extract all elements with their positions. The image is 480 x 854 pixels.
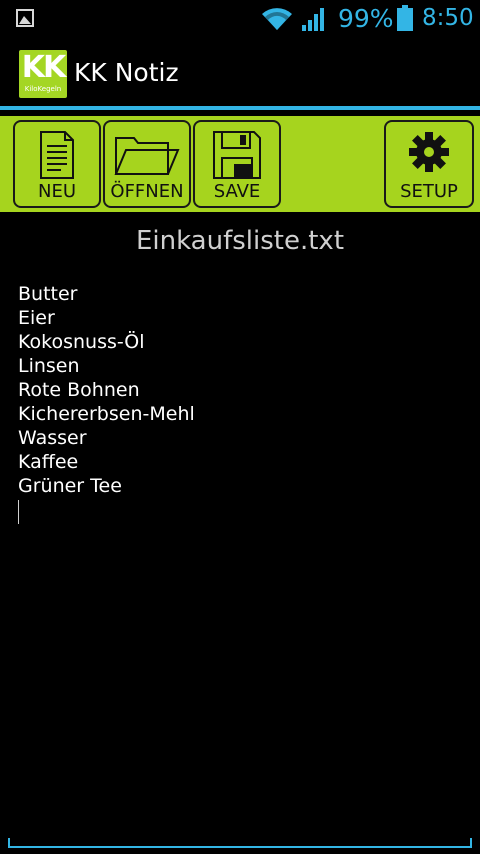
clock: 8:50 bbox=[422, 5, 474, 31]
file-name: Einkaufsliste.txt bbox=[135, 226, 345, 256]
editor-line: Grüner Tee bbox=[18, 475, 122, 497]
app-logo[interactable]: KK KiloKegeln bbox=[19, 50, 67, 98]
editor-line: Linsen bbox=[18, 355, 80, 377]
open-button[interactable]: ÖFFNEN bbox=[103, 120, 191, 208]
app-title: KK Notiz bbox=[74, 58, 179, 87]
editor-line: Kokosnuss-Öl bbox=[18, 331, 145, 353]
editor-underline-right bbox=[470, 838, 472, 848]
new-button-label: NEU bbox=[37, 181, 76, 202]
folder-icon bbox=[114, 137, 180, 175]
new-button[interactable]: NEU bbox=[13, 120, 101, 208]
editor-line: Kaffee bbox=[18, 451, 79, 473]
signal-icon bbox=[302, 8, 324, 31]
logo-text: KK bbox=[21, 50, 67, 85]
save-button-label: SAVE bbox=[213, 181, 261, 202]
editor-line: Eier bbox=[18, 307, 55, 329]
battery-icon bbox=[397, 5, 413, 31]
action-bar bbox=[0, 38, 480, 106]
document-icon bbox=[40, 131, 74, 179]
gear-icon bbox=[409, 132, 449, 172]
editor-line: Rote Bohnen bbox=[18, 379, 140, 401]
text-cursor bbox=[18, 500, 19, 524]
setup-button[interactable]: SETUP bbox=[384, 120, 474, 208]
setup-button-label: SETUP bbox=[400, 181, 458, 202]
picture-icon bbox=[16, 9, 34, 27]
battery-percent: 99% bbox=[338, 4, 394, 33]
wifi-icon bbox=[262, 8, 292, 30]
editor-line: Wasser bbox=[18, 427, 87, 449]
save-button[interactable]: SAVE bbox=[193, 120, 281, 208]
editor-line: Kichererbsen-Mehl bbox=[18, 403, 195, 425]
editor-underline bbox=[8, 846, 472, 848]
editor-line: Butter bbox=[18, 283, 78, 305]
open-button-label: ÖFFNEN bbox=[110, 181, 184, 202]
status-bar: 99% 8:50 bbox=[0, 0, 480, 38]
floppy-disk-icon bbox=[213, 131, 261, 179]
logo-subtext: KiloKegeln bbox=[24, 85, 62, 93]
action-bar-divider bbox=[0, 106, 480, 110]
text-editor[interactable]: Butter Eier Kokosnuss-Öl Linsen Rote Boh… bbox=[18, 282, 462, 498]
